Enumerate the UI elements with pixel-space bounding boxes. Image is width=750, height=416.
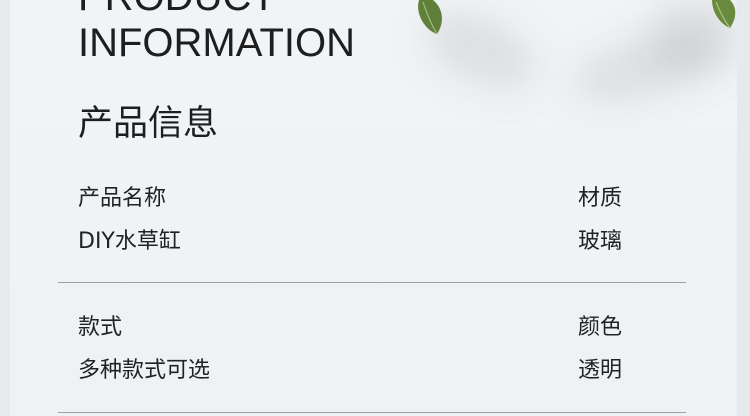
color-label: 颜色 bbox=[577, 315, 622, 340]
divider bbox=[58, 282, 686, 283]
product-name-value: DIY水草缸 bbox=[78, 229, 181, 254]
leaf-icon bbox=[712, 0, 736, 29]
heading-chinese: 产品信息 bbox=[78, 104, 219, 144]
color-value: 透明 bbox=[577, 358, 622, 383]
heading-english-line2: INFORMATION bbox=[78, 21, 356, 65]
product-info-card: PRODUCT INFORMATION 产品信息 产品名称 材质 DIY水草缸 … bbox=[10, 0, 737, 416]
style-label: 款式 bbox=[78, 315, 123, 340]
heading-english-line1: PRODUCT bbox=[78, 0, 355, 20]
leaf-icon bbox=[418, 0, 442, 35]
heading-english: PRODUCT INFORMATION bbox=[78, 0, 355, 66]
divider bbox=[58, 412, 686, 413]
product-name-label: 产品名称 bbox=[78, 186, 167, 211]
material-label: 材质 bbox=[577, 186, 622, 211]
style-value: 多种款式可选 bbox=[78, 358, 211, 383]
material-value: 玻璃 bbox=[577, 229, 622, 254]
